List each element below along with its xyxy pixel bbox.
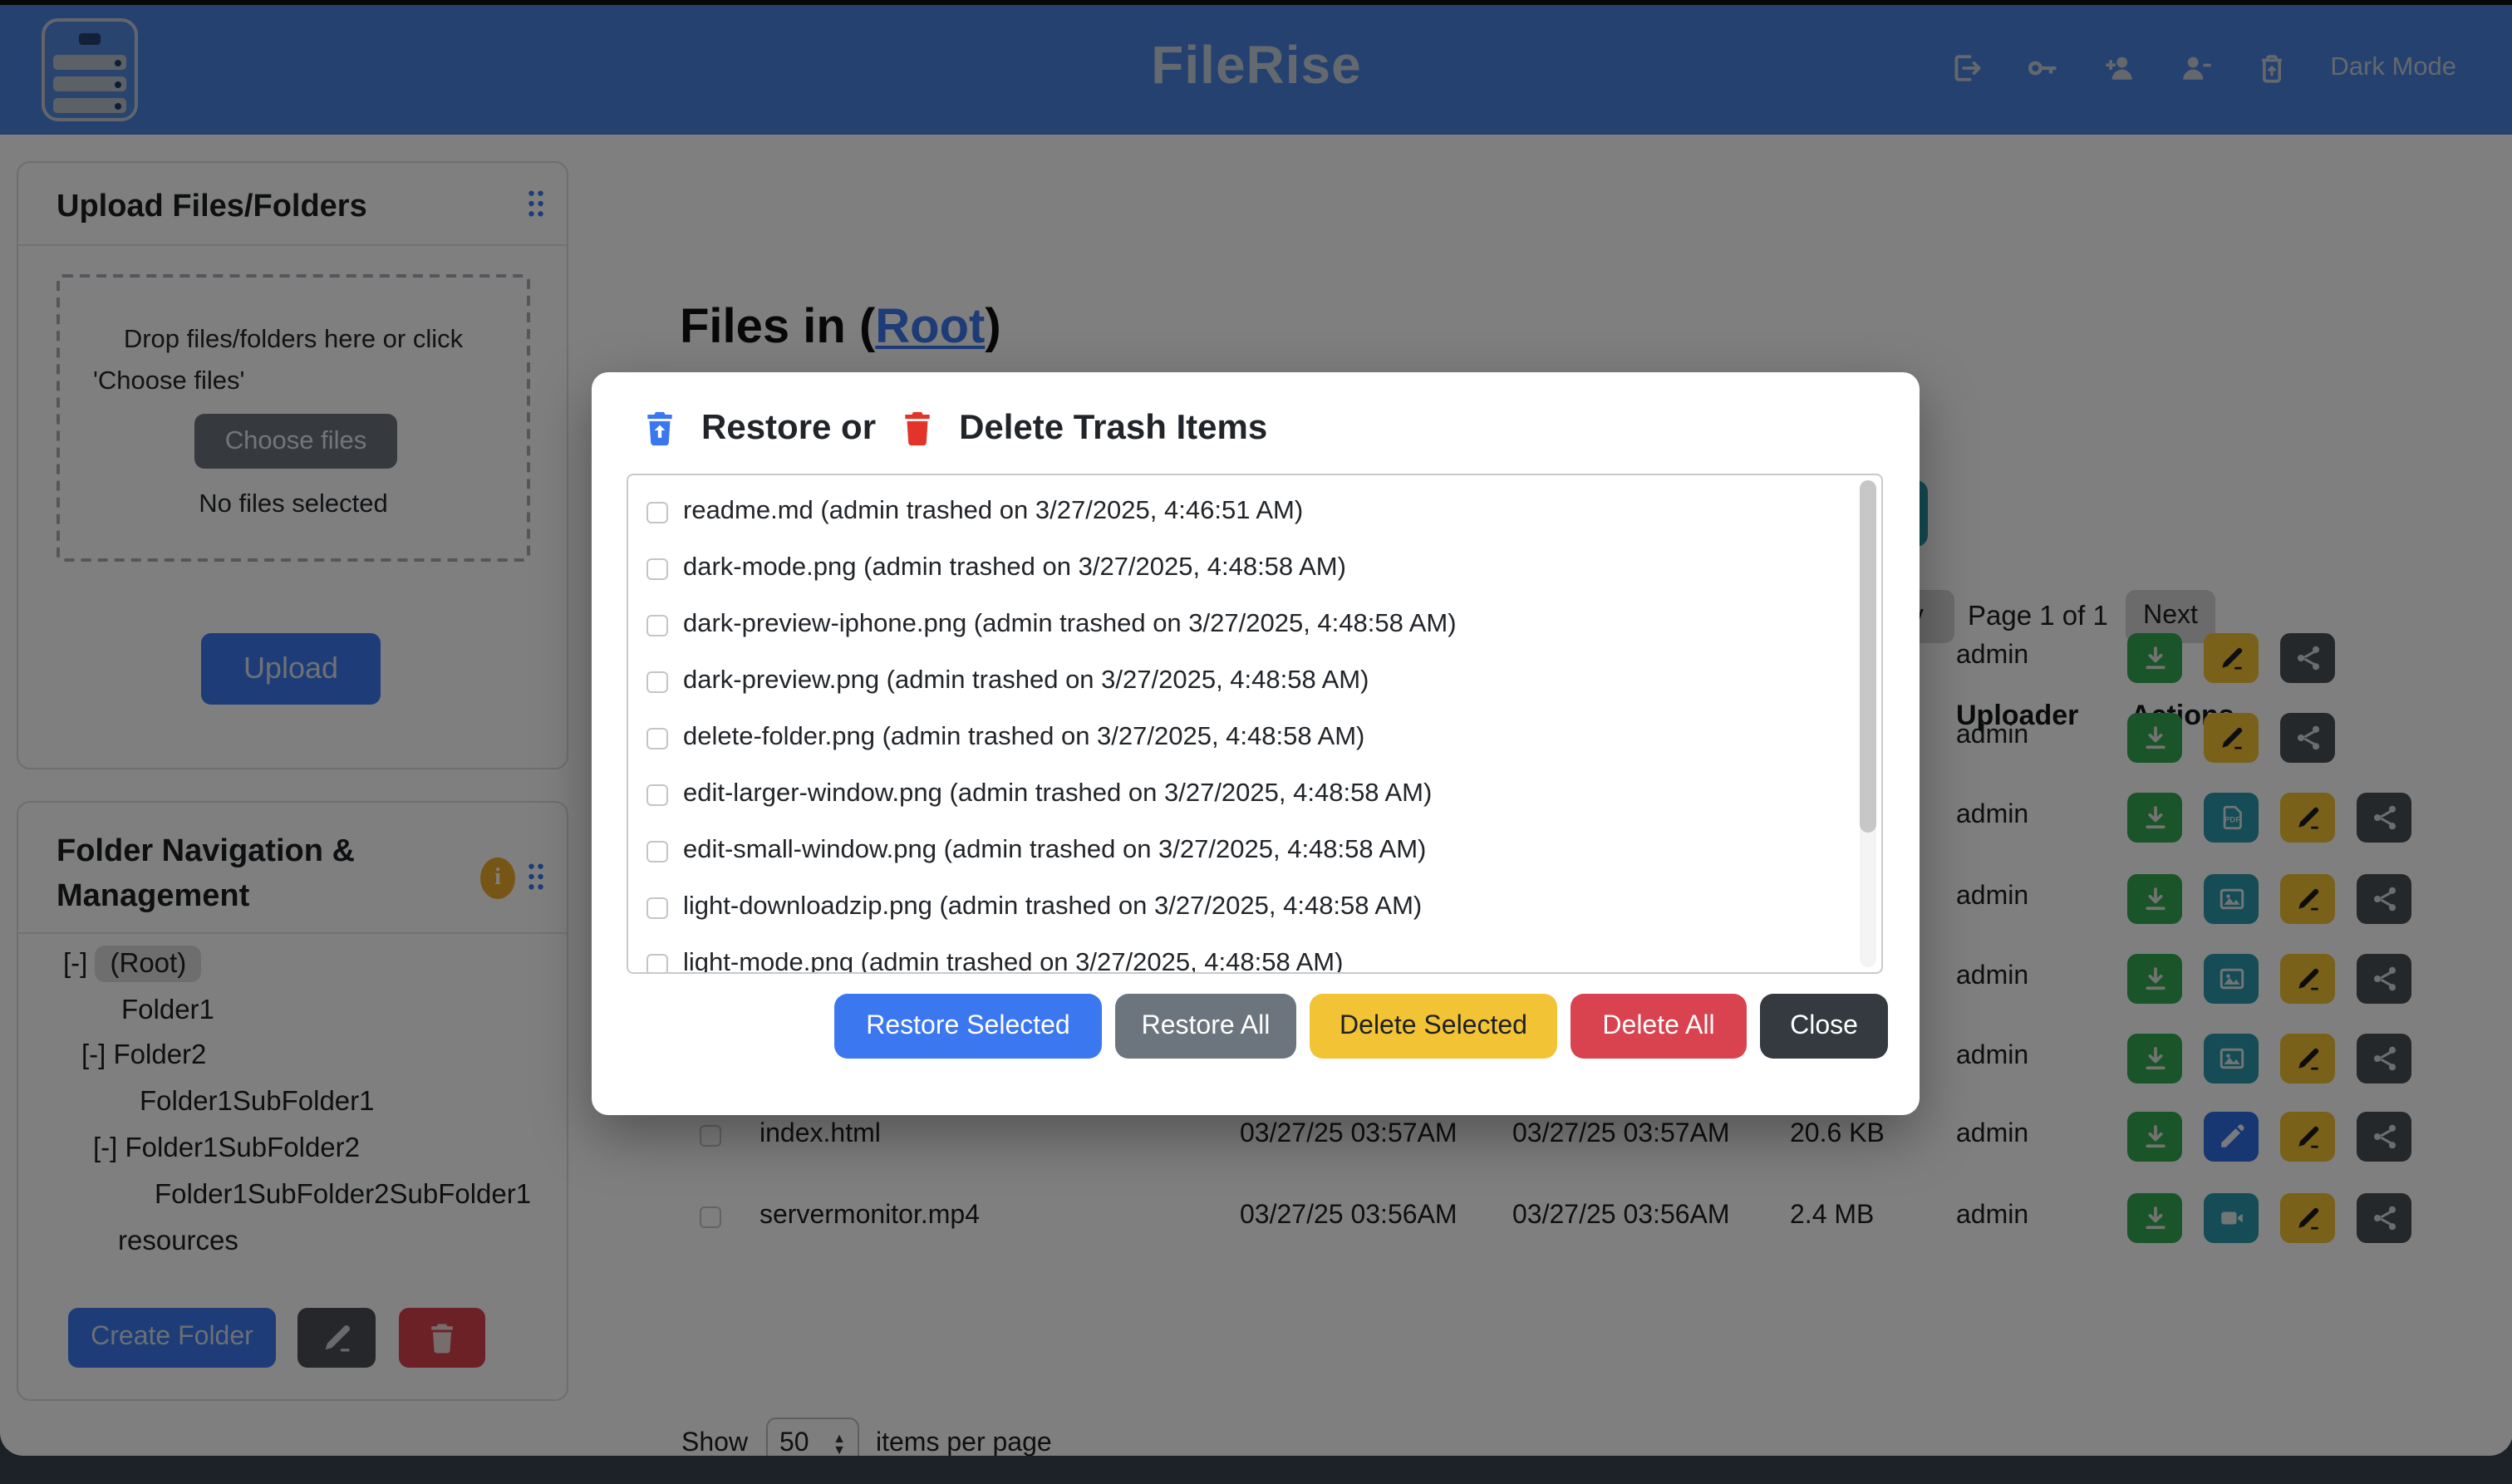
trash-list-item: edit-larger-window.png (admin trashed on… [646,769,1432,819]
trash-item-checkbox[interactable] [646,727,668,749]
trash-restore-icon [642,409,678,449]
trash-item-label: delete-folder.png (admin trashed on 3/27… [683,723,1364,753]
trash-list-item: edit-small-window.png (admin trashed on … [646,826,1426,876]
trash-item-label: edit-small-window.png (admin trashed on … [683,836,1426,866]
trash-item-checkbox[interactable] [646,840,668,862]
delete-selected-button[interactable]: Delete Selected [1310,994,1557,1059]
trash-item-label: dark-mode.png (admin trashed on 3/27/202… [683,553,1346,583]
trash-modal-title: Restore or Delete Trash Items [642,409,1267,449]
trash-list-item: dark-mode.png (admin trashed on 3/27/202… [646,543,1346,593]
trash-item-label: light-mode.png (admin trashed on 3/27/20… [683,949,1343,974]
trash-item-checkbox[interactable] [646,784,668,805]
trash-list-item: light-downloadzip.png (admin trashed on … [646,882,1422,932]
restore-all-button[interactable]: Restore All [1115,994,1296,1059]
trash-item-checkbox[interactable] [646,897,668,918]
trash-item-label: dark-preview.png (admin trashed on 3/27/… [683,666,1369,696]
trash-item-checkbox[interactable] [646,501,668,523]
scrollbar-thumb[interactable] [1860,480,1876,833]
close-button[interactable]: Close [1760,994,1888,1059]
trash-item-label: edit-larger-window.png (admin trashed on… [683,779,1432,809]
trash-list-item: dark-preview-iphone.png (admin trashed o… [646,600,1457,650]
trash-item-checkbox[interactable] [646,671,668,692]
trash-delete-icon [899,409,936,449]
trash-items-list: readme.md (admin trashed on 3/27/2025, 4… [627,474,1883,974]
trash-item-label: dark-preview-iphone.png (admin trashed o… [683,610,1457,640]
filerise-app: Files in (Root) Switch to Gallery View P… [0,0,2512,1484]
trash-item-checkbox[interactable] [646,953,668,974]
delete-all-button[interactable]: Delete All [1571,994,1747,1059]
trash-list-item: delete-folder.png (admin trashed on 3/27… [646,713,1364,763]
trash-item-label: readme.md (admin trashed on 3/27/2025, 4… [683,497,1303,527]
trash-list-item: light-mode.png (admin trashed on 3/27/20… [646,939,1343,974]
trash-item-checkbox[interactable] [646,558,668,579]
trash-modal-buttons: Restore SelectedRestore AllDelete Select… [834,994,1888,1059]
trash-list-item: dark-preview.png (admin trashed on 3/27/… [646,656,1369,706]
trash-item-checkbox[interactable] [646,614,668,636]
modal-title-delete: Delete Trash Items [959,409,1267,449]
restore-selected-button[interactable]: Restore Selected [834,994,1102,1059]
trash-list-item: readme.md (admin trashed on 3/27/2025, 4… [646,487,1303,537]
scrollbar-track[interactable] [1860,480,1876,967]
modal-title-restore: Restore or [701,409,876,449]
trash-item-label: light-downloadzip.png (admin trashed on … [683,892,1422,922]
